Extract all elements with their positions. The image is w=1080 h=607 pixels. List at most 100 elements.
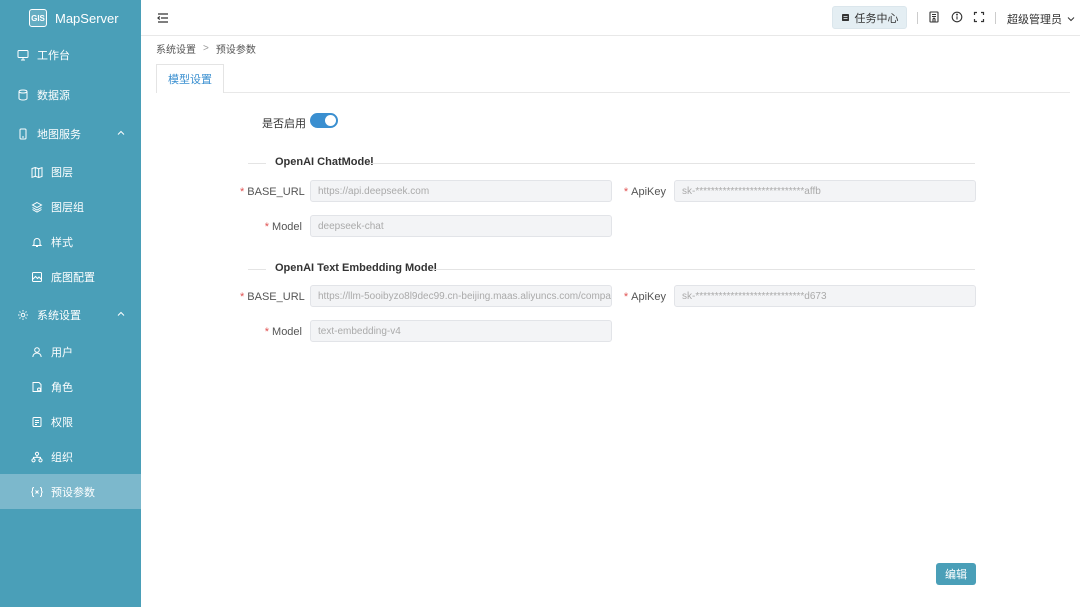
label-text: BASE_URL bbox=[247, 186, 305, 198]
required-mark: * bbox=[240, 291, 245, 303]
embedding-base-url-input[interactable]: https://llm-5ooibyzo8l9dec99.cn-beijing.… bbox=[310, 285, 612, 307]
sidebar-item-user[interactable]: 用户 bbox=[0, 334, 141, 369]
section-embedding-model: OpenAI Text Embedding Model bbox=[248, 262, 975, 276]
chevron-down-icon bbox=[1067, 17, 1075, 22]
sidebar-item-workbench[interactable]: 工作台 bbox=[0, 37, 141, 72]
sidebar-item-label: 权限 bbox=[51, 416, 73, 429]
sidebar-item-system-settings[interactable]: 系统设置 bbox=[0, 297, 141, 332]
user-icon bbox=[31, 346, 43, 358]
section-title: OpenAI Text Embedding Model bbox=[275, 262, 437, 274]
sidebar-item-label: 组织 bbox=[51, 451, 73, 464]
tab-divider bbox=[224, 92, 1070, 93]
chevron-up-icon bbox=[117, 130, 125, 135]
sidebar-item-basemap[interactable]: 底图配置 bbox=[0, 259, 141, 294]
sidebar-item-label: 图层组 bbox=[51, 201, 84, 214]
chat-apikey-input[interactable]: sk-****************************affb bbox=[674, 180, 976, 202]
org-icon bbox=[31, 451, 43, 463]
section-chat-model: OpenAI ChatModel bbox=[248, 156, 975, 170]
sidebar-item-layer-group[interactable]: 图层组 bbox=[0, 189, 141, 224]
apikey-label: * ApiKey bbox=[610, 186, 666, 198]
breadcrumb-parent[interactable]: 系统设置 bbox=[156, 41, 196, 56]
required-mark: * bbox=[240, 186, 245, 198]
sidebar-item-role[interactable]: 角色 bbox=[0, 369, 141, 404]
sidebar-item-label: 预设参数 bbox=[51, 486, 95, 499]
task-center-button[interactable]: 任务中心 bbox=[832, 6, 907, 29]
toggle-knob bbox=[325, 115, 336, 126]
enable-toggle[interactable] bbox=[310, 113, 338, 128]
sidebar-item-permission[interactable]: 权限 bbox=[0, 404, 141, 439]
sidebar-item-label: 样式 bbox=[51, 236, 73, 249]
tab-model-settings[interactable]: 模型设置 bbox=[156, 64, 224, 93]
enable-label: 是否启用 bbox=[262, 118, 306, 130]
label-text: BASE_URL bbox=[247, 291, 305, 303]
edit-button[interactable]: 编辑 bbox=[936, 563, 976, 585]
sidebar-item-label: 图层 bbox=[51, 166, 73, 179]
chevron-right-icon: > bbox=[203, 43, 209, 54]
task-center-label: 任务中心 bbox=[854, 12, 899, 25]
layers-icon bbox=[31, 201, 43, 213]
gear-icon bbox=[17, 309, 29, 321]
sidebar-item-layer[interactable]: 图层 bbox=[0, 154, 141, 189]
top-header: 任务中心 超级管理员 bbox=[141, 0, 1080, 36]
chevron-up-icon bbox=[117, 311, 125, 316]
gis-logo-icon: GIS bbox=[29, 9, 47, 27]
section-divider bbox=[432, 269, 975, 270]
monitor-icon bbox=[17, 49, 29, 61]
sidebar-item-preset-params[interactable]: 预设参数 bbox=[0, 474, 141, 509]
section-divider bbox=[248, 163, 266, 164]
model-label: * Model bbox=[240, 221, 302, 233]
required-mark: * bbox=[623, 186, 629, 198]
bell-icon bbox=[31, 236, 43, 248]
menu-fold-icon[interactable] bbox=[157, 12, 169, 24]
label-text: Model bbox=[272, 221, 302, 233]
base-url-label: * BASE_URL bbox=[240, 186, 305, 198]
section-divider bbox=[370, 163, 975, 164]
section-title: OpenAI ChatModel bbox=[275, 156, 374, 168]
embedding-apikey-input[interactable]: sk-****************************d673 bbox=[674, 285, 976, 307]
model-label: * Model bbox=[240, 326, 302, 338]
image-icon bbox=[31, 271, 43, 283]
fullscreen-icon[interactable] bbox=[973, 11, 985, 23]
required-mark: * bbox=[264, 326, 270, 338]
sidebar-item-organization[interactable]: 组织 bbox=[0, 439, 141, 474]
sidebar: GIS MapServer 工作台 数据源 地图服务 图层 图层组 样式 底图配… bbox=[0, 0, 141, 607]
app-name: MapServer bbox=[55, 10, 119, 26]
sidebar-item-map-service[interactable]: 地图服务 bbox=[0, 116, 141, 151]
info-icon[interactable] bbox=[951, 11, 963, 23]
embedding-model-input[interactable]: text-embedding-v4 bbox=[310, 320, 612, 342]
variable-icon bbox=[31, 486, 43, 498]
label-text: ApiKey bbox=[631, 291, 666, 303]
user-name: 超级管理员 bbox=[1007, 14, 1062, 26]
map-icon bbox=[31, 166, 43, 178]
document-icon bbox=[31, 416, 43, 428]
sidebar-item-label: 工作台 bbox=[37, 49, 70, 62]
header-divider bbox=[917, 12, 918, 24]
sidebar-item-label: 地图服务 bbox=[37, 128, 81, 141]
header-divider bbox=[995, 12, 996, 24]
sidebar-item-label: 角色 bbox=[51, 381, 73, 394]
required-mark: * bbox=[623, 291, 629, 303]
section-divider bbox=[248, 269, 266, 270]
sidebar-item-label: 底图配置 bbox=[51, 271, 95, 284]
phone-icon bbox=[17, 128, 29, 140]
breadcrumb-current: 预设参数 bbox=[215, 45, 256, 56]
role-icon bbox=[31, 381, 43, 393]
sidebar-item-style[interactable]: 样式 bbox=[0, 224, 141, 259]
user-menu[interactable]: 超级管理员 bbox=[1007, 11, 1075, 27]
database-icon bbox=[17, 89, 29, 101]
chat-model-input[interactable]: deepseek-chat bbox=[310, 215, 612, 237]
apikey-label: * ApiKey bbox=[610, 291, 666, 303]
required-mark: * bbox=[264, 221, 270, 233]
book-icon[interactable] bbox=[928, 11, 940, 23]
app-logo[interactable]: GIS MapServer bbox=[0, 0, 141, 36]
sidebar-item-datasource[interactable]: 数据源 bbox=[0, 77, 141, 112]
label-text: ApiKey bbox=[631, 186, 666, 198]
sidebar-item-label: 系统设置 bbox=[37, 309, 81, 322]
chat-base-url-input[interactable]: https://api.deepseek.com bbox=[310, 180, 612, 202]
sidebar-item-label: 用户 bbox=[51, 346, 73, 359]
label-text: Model bbox=[272, 326, 302, 338]
breadcrumb: 系统设置 > 预设参数 bbox=[156, 41, 256, 56]
task-icon bbox=[841, 14, 849, 21]
sidebar-item-label: 数据源 bbox=[37, 89, 70, 102]
base-url-label: * BASE_URL bbox=[240, 291, 305, 303]
